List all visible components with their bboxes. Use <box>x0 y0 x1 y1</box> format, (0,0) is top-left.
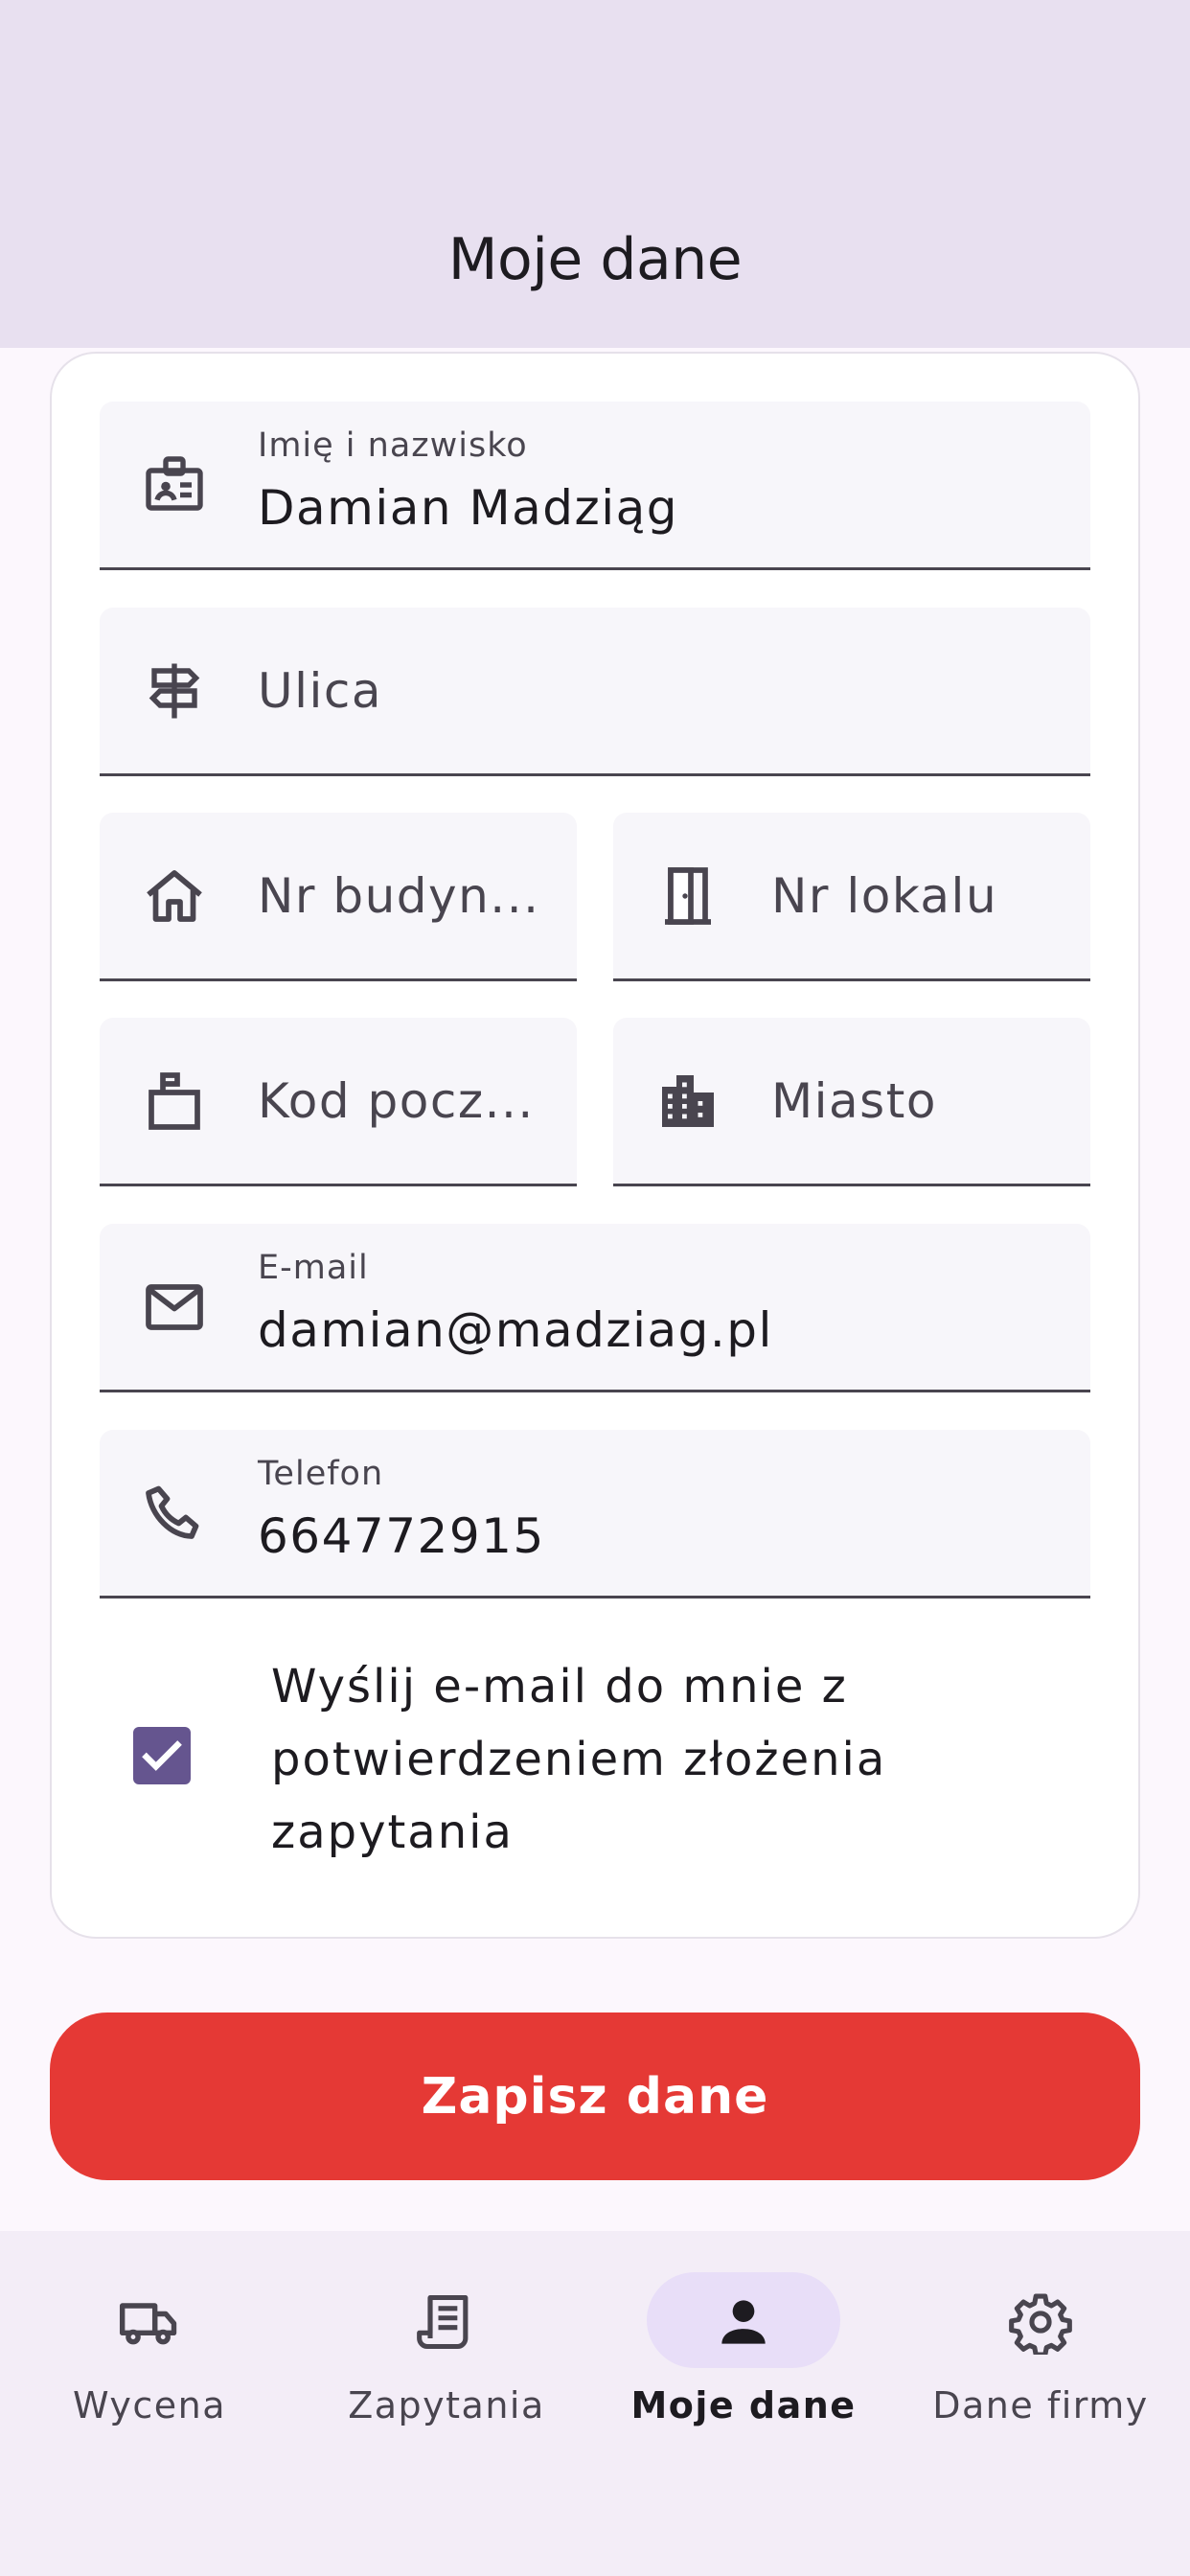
city-field[interactable]: Miasto <box>613 1018 1090 1186</box>
app-screen: Moje dane Imię i nazwisko Damian Madziąg <box>0 0 1190 2576</box>
save-button[interactable]: Zapisz dane <box>50 2012 1140 2180</box>
confirmation-email-checkbox[interactable] <box>133 1727 191 1784</box>
building-number-placeholder: Nr budyn... <box>258 867 540 924</box>
phone-field-value: 664772915 <box>258 1508 545 1564</box>
page-title: Moje dane <box>447 226 743 293</box>
nav-item-wycena[interactable]: Wycena <box>1 2231 298 2471</box>
city-icon <box>653 1067 722 1136</box>
receipt-icon <box>414 2289 479 2355</box>
email-field-value: damian@madziag.pl <box>258 1302 773 1358</box>
city-placeholder: Miasto <box>771 1072 937 1129</box>
mail-icon <box>140 1273 209 1342</box>
email-field-label: E-mail <box>258 1249 369 1287</box>
phone-field-label: Telefon <box>258 1455 384 1493</box>
signpost-icon <box>140 656 209 725</box>
bottom-navigation: Wycena Zapytania Moje dane Dane firmy <box>0 2231 1190 2576</box>
postal-code-placeholder: Kod pocz... <box>258 1072 535 1129</box>
nav-item-moje-dane[interactable]: Moje dane <box>595 2231 892 2471</box>
phone-field[interactable]: Telefon 664772915 <box>100 1430 1090 1598</box>
truck-icon <box>117 2289 182 2355</box>
gear-icon <box>1008 2289 1073 2355</box>
app-bar: Moje dane <box>0 0 1190 348</box>
apartment-number-field[interactable]: Nr lokalu <box>613 813 1090 981</box>
postal-code-field[interactable]: Kod pocz... <box>100 1018 577 1186</box>
door-icon <box>653 862 722 931</box>
confirmation-email-label[interactable]: Wyślij e-mail do mnie z potwierdzeniem z… <box>271 1650 1038 1869</box>
street-field[interactable]: Ulica <box>100 608 1090 776</box>
name-field-value: Damian Madziąg <box>258 480 678 536</box>
mailbox-icon <box>140 1067 209 1136</box>
nav-label-wycena: Wycena <box>72 2384 227 2426</box>
nav-item-dane-firmy[interactable]: Dane firmy <box>892 2231 1189 2471</box>
nav-item-zapytania[interactable]: Zapytania <box>298 2231 595 2471</box>
nav-label-moje-dane: Moje dane <box>630 2384 857 2426</box>
nav-label-zapytania: Zapytania <box>348 2384 545 2426</box>
name-field[interactable]: Imię i nazwisko Damian Madziąg <box>100 402 1090 570</box>
building-number-field[interactable]: Nr budyn... <box>100 813 577 981</box>
phone-icon <box>140 1479 209 1548</box>
home-icon <box>140 862 209 931</box>
nav-label-dane-firmy: Dane firmy <box>932 2384 1149 2426</box>
street-field-placeholder: Ulica <box>258 662 383 719</box>
apartment-number-placeholder: Nr lokalu <box>771 867 998 924</box>
name-field-label: Imię i nazwisko <box>258 426 528 465</box>
email-field[interactable]: E-mail damian@madziag.pl <box>100 1224 1090 1392</box>
person-icon <box>711 2289 776 2355</box>
badge-icon <box>140 450 209 519</box>
